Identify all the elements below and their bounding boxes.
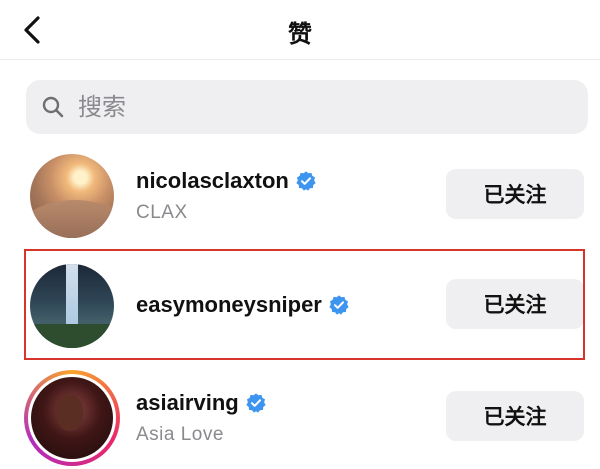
- page-title: 赞: [288, 20, 312, 48]
- story-ring[interactable]: [24, 370, 120, 466]
- username[interactable]: easymoneysniper: [136, 292, 322, 318]
- avatar[interactable]: [30, 154, 114, 238]
- search-icon: [40, 94, 66, 120]
- avatar[interactable]: [30, 264, 114, 348]
- verified-badge-icon: [245, 392, 267, 414]
- search-bar[interactable]: [26, 80, 588, 134]
- following-button[interactable]: 已关注: [446, 391, 584, 441]
- username[interactable]: nicolasclaxton: [136, 168, 289, 194]
- full-name: Asia Love: [136, 424, 224, 445]
- list-item[interactable]: easymoneysniper 已关注: [0, 250, 600, 360]
- list-item[interactable]: asiairving Asia Love 已关注: [0, 362, 600, 469]
- following-button[interactable]: 已关注: [446, 169, 584, 219]
- user-info: nicolasclaxton CLAX: [136, 168, 317, 224]
- top-bar: 赞: [0, 0, 600, 60]
- user-info: asiairving Asia Love: [136, 390, 267, 446]
- avatar: [31, 377, 113, 459]
- verified-badge-icon: [295, 170, 317, 192]
- username[interactable]: asiairving: [136, 390, 239, 416]
- following-button[interactable]: 已关注: [446, 279, 584, 329]
- search-input[interactable]: [78, 93, 558, 121]
- user-info: easymoneysniper: [136, 292, 350, 318]
- verified-badge-icon: [328, 294, 350, 316]
- full-name: CLAX: [136, 202, 188, 223]
- list-item[interactable]: nicolasclaxton CLAX 已关注: [0, 140, 600, 250]
